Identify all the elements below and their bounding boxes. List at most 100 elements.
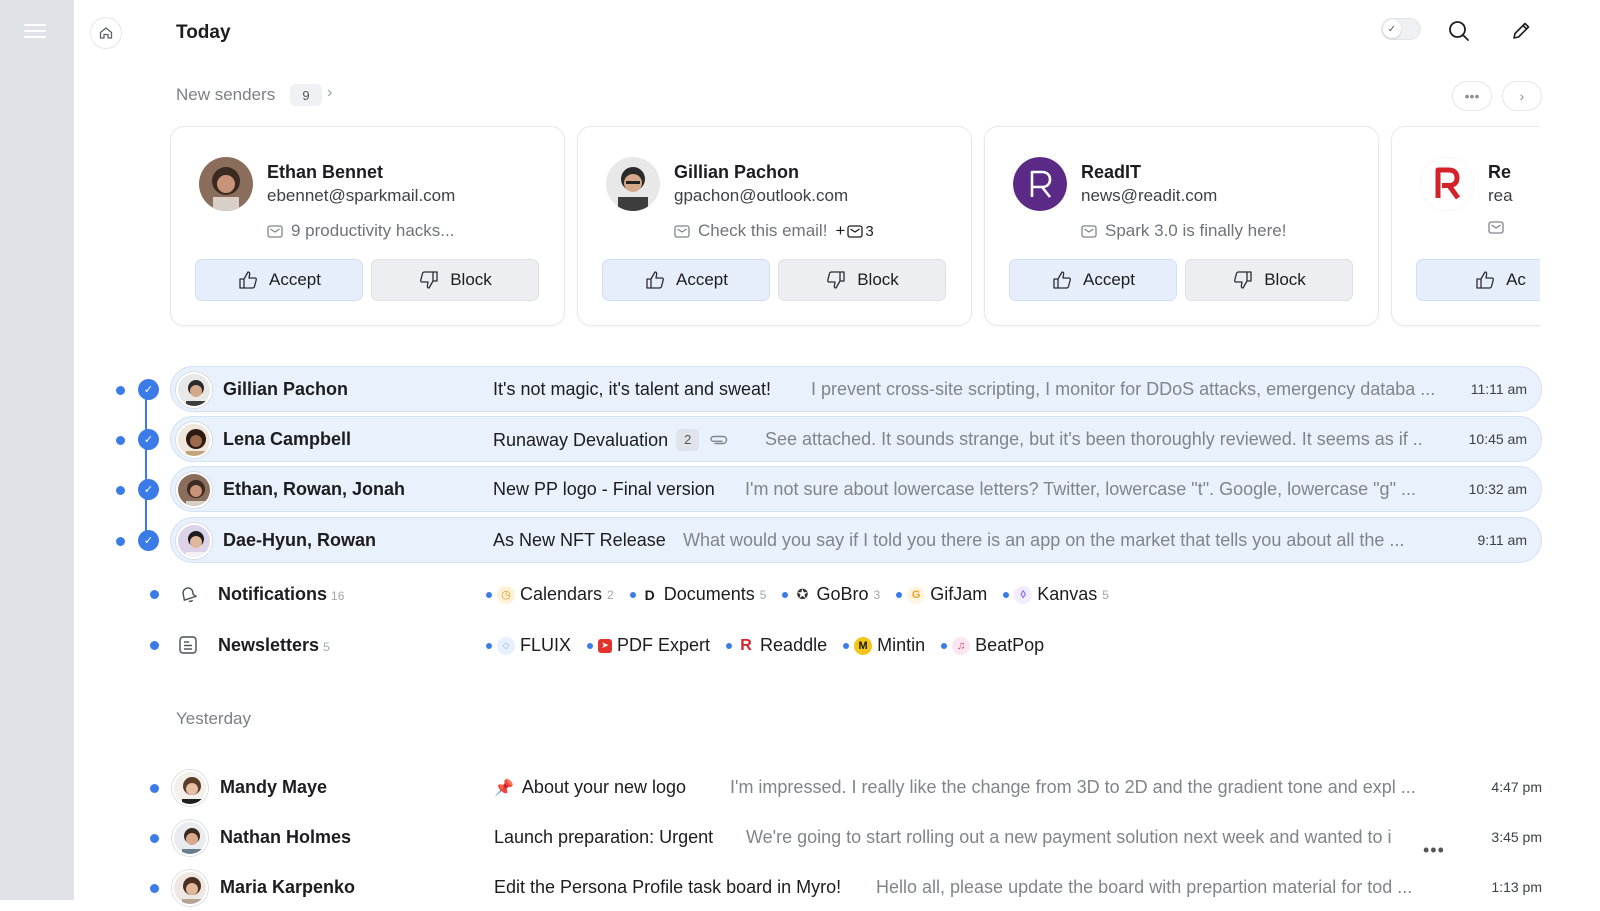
sender-snippet[interactable]: 9 productivity hacks... xyxy=(267,221,454,241)
sender-chips: ◷ Calendars 2 D Documents 5 ✪ GoBro 3 G GifJam … xyxy=(486,584,1109,605)
accept-label: Accept xyxy=(269,270,321,289)
unread-dot xyxy=(150,641,159,650)
chip-gobro[interactable]: ✪ GoBro 3 xyxy=(782,584,880,605)
section-yesterday: Yesterday xyxy=(176,709,251,728)
avatar xyxy=(176,472,212,508)
group-count: 5 xyxy=(323,640,330,654)
more-actions-icon[interactable]: ••• xyxy=(1423,840,1445,861)
readdle-logo xyxy=(1420,157,1474,211)
chip-documents[interactable]: D Documents 5 xyxy=(629,584,766,605)
chip-pdf-expert[interactable]: ➤ PDF Expert xyxy=(587,635,710,656)
accept-button[interactable]: Accept xyxy=(195,259,363,301)
block-button[interactable]: Block xyxy=(778,259,946,301)
kanvas-icon: ◊ xyxy=(1014,585,1033,604)
new-senders-carousel: Ethan Bennet ebennet@sparkmail.com 9 pro… xyxy=(170,124,1540,334)
unread-dot xyxy=(587,642,594,649)
new-senders-label[interactable]: New senders xyxy=(176,85,275,105)
sender-name: Re xyxy=(1488,162,1512,182)
email-preview: I prevent cross-site scripting, I monito… xyxy=(811,379,1436,399)
email-row[interactable]: Nathan Holmes Launch preparation: Urgent… xyxy=(150,815,1542,861)
unread-dot xyxy=(486,642,492,649)
unread-dot xyxy=(782,591,789,598)
sender-snippet[interactable]: Spark 3.0 is finally here! xyxy=(1081,221,1286,241)
selected-check-icon[interactable]: ✓ xyxy=(138,429,159,450)
sender-card: Re rea Ac xyxy=(1391,126,1540,326)
email-preview: See attached. It sounds strange, but it'… xyxy=(765,429,1423,449)
menu-icon[interactable] xyxy=(24,24,46,38)
pen-icon xyxy=(1513,22,1530,39)
selected-check-icon[interactable]: ✓ xyxy=(138,530,159,551)
sender-name: Lena Campbell xyxy=(223,429,352,449)
readit-logo xyxy=(1013,157,1067,211)
email-time: 10:32 am xyxy=(1468,481,1527,497)
chip-beatpop[interactable]: ♫ BeatPop xyxy=(941,635,1044,656)
documents-icon: D xyxy=(640,585,659,604)
email-preview: I'm not sure about lowercase letters? Tw… xyxy=(745,479,1416,499)
block-button[interactable]: Block xyxy=(371,259,539,301)
sender-name: Ethan, Rowan, Jonah xyxy=(223,479,406,499)
compose-button[interactable] xyxy=(1507,17,1535,45)
chip-fluix[interactable]: ◌ FLUIX xyxy=(486,635,571,656)
block-label: Block xyxy=(450,270,492,289)
fluix-icon: ◌ xyxy=(497,636,515,655)
chip-calendars[interactable]: ◷ Calendars 2 xyxy=(486,584,614,605)
avatar xyxy=(176,523,212,559)
email-row[interactable]: Maria Karpenko Edit the Persona Profile … xyxy=(150,865,1542,911)
accept-button[interactable]: Accept xyxy=(1009,259,1177,301)
snippet-text: Check this email! xyxy=(698,221,828,240)
accept-label: Accept xyxy=(676,270,728,289)
email-row[interactable]: ✓ Ethan, Rowan, Jonah New PP logo - Fina… xyxy=(116,466,1542,512)
block-button[interactable]: Block xyxy=(1185,259,1353,301)
sender-name: Gillian Pachon xyxy=(223,379,349,399)
chevron-right-icon[interactable]: › xyxy=(327,84,332,102)
next-senders-button[interactable]: › xyxy=(1502,81,1542,111)
sender-snippet[interactable] xyxy=(1488,221,1504,234)
more-options-button[interactable]: ••• xyxy=(1452,81,1492,111)
email-subject: Edit the Persona Profile task board in M… xyxy=(494,877,842,897)
email-preview: We're going to start rolling out a new p… xyxy=(746,827,1392,847)
block-label: Block xyxy=(1264,270,1306,289)
calendar-icon: ◷ xyxy=(497,585,515,604)
unread-dot xyxy=(116,486,125,495)
sender-email: news@readit.com xyxy=(1081,186,1218,205)
email-row[interactable]: ✓ Lena Campbell Runaway Devaluation 2 Se… xyxy=(116,416,1542,462)
newsletters-group[interactable]: Newsletters 5 ◌ FLUIX ➤ PDF Expert R Readdle… xyxy=(150,625,1250,665)
sender-card: Gillian Pachon gpachon@outlook.com Check… xyxy=(577,126,972,326)
chip-kanvas[interactable]: ◊ Kanvas 5 xyxy=(1003,584,1109,605)
unread-dot xyxy=(116,436,125,445)
more-icon: ••• xyxy=(1464,88,1480,104)
sender-snippet[interactable]: Check this email! + 3 xyxy=(674,221,874,241)
unread-dot xyxy=(726,642,733,649)
selected-check-icon[interactable]: ✓ xyxy=(138,379,159,400)
done-toggle[interactable]: ✓ xyxy=(1381,18,1421,40)
selected-check-icon[interactable]: ✓ xyxy=(138,479,159,500)
chip-readdle[interactable]: R Readdle xyxy=(726,635,827,656)
home-button[interactable] xyxy=(90,17,122,49)
accept-button[interactable]: Ac xyxy=(1416,259,1540,301)
unread-dot xyxy=(150,590,159,599)
chip-mintin[interactable]: M Mintin xyxy=(843,635,925,656)
unread-dot xyxy=(116,386,125,395)
search-button[interactable] xyxy=(1445,17,1473,45)
email-row[interactable]: ✓ Dae-Hyun, Rowan As New NFT Release Wha… xyxy=(116,517,1542,563)
sender-card: Ethan Bennet ebennet@sparkmail.com 9 pro… xyxy=(170,126,565,326)
chevron-right-icon: › xyxy=(1519,88,1525,104)
sender-name: ReadIT xyxy=(1081,162,1142,182)
email-preview: What would you say if I told you there i… xyxy=(683,530,1405,550)
email-subject: 📌 About your new logo xyxy=(494,777,687,797)
email-row[interactable]: ✓ Gillian Pachon It's not magic, it's ta… xyxy=(116,366,1542,412)
unread-dot xyxy=(150,834,159,843)
chip-gifjam[interactable]: G GifJam xyxy=(896,584,987,605)
home-icon xyxy=(99,27,113,39)
unread-dot xyxy=(629,591,636,598)
accept-button[interactable]: Accept xyxy=(602,259,770,301)
email-row[interactable]: Mandy Maye 📌 About your new logo I'm imp… xyxy=(150,765,1542,811)
notifications-group[interactable]: Notifications 16 ◷ Calendars 2 D Documents 5 … xyxy=(150,574,1250,614)
selection-connector xyxy=(145,389,147,542)
snippet-text: Spark 3.0 is finally here! xyxy=(1105,221,1287,240)
email-time: 11:11 am xyxy=(1470,381,1527,397)
email-time: 9:11 am xyxy=(1477,532,1527,548)
email-time: 10:45 am xyxy=(1468,431,1527,447)
unread-dot xyxy=(896,591,903,598)
email-subject: As New NFT Release xyxy=(493,530,666,550)
